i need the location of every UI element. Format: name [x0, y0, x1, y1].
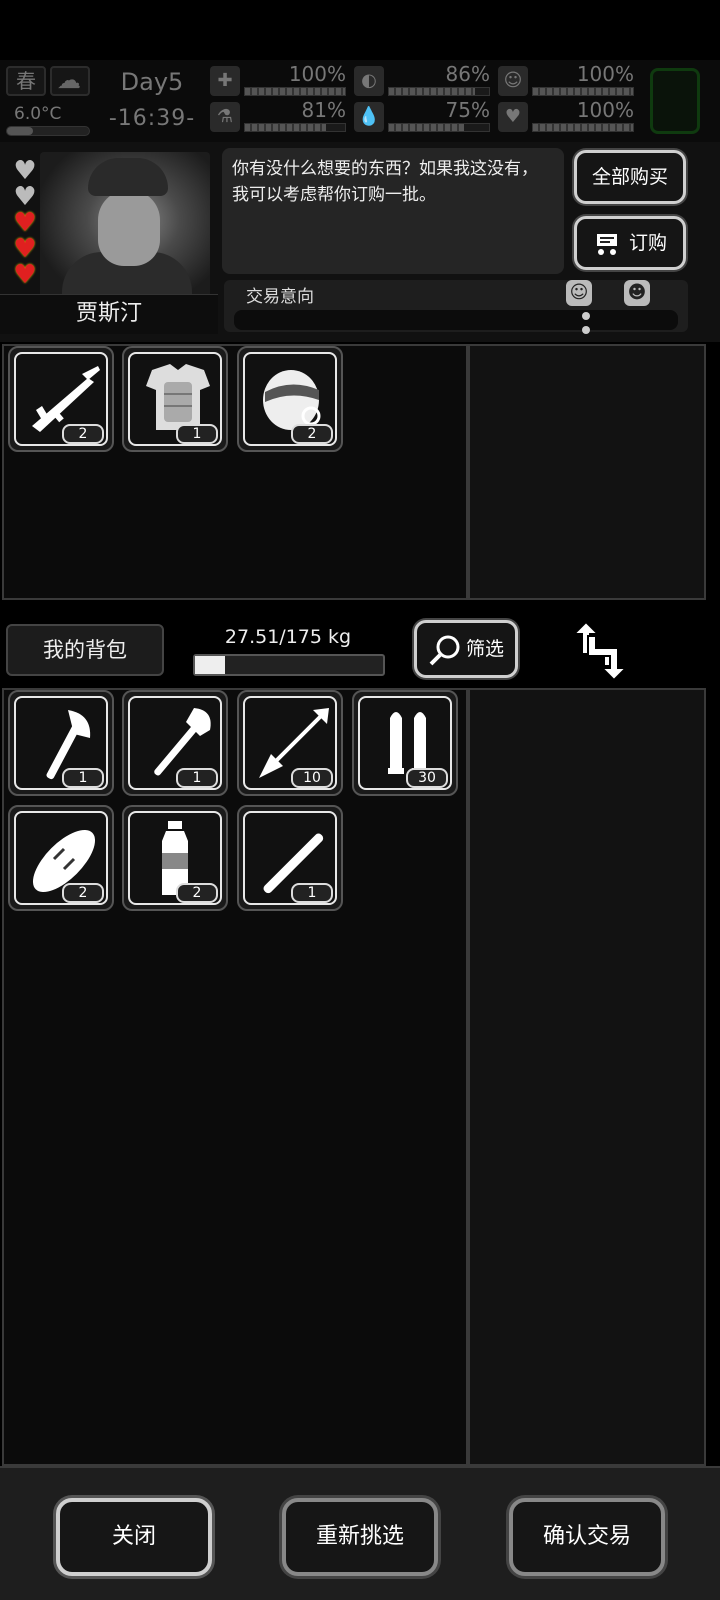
- season-indicator: 春: [6, 66, 46, 96]
- cart-icon: [596, 233, 617, 255]
- backpack-title: 我的背包: [6, 624, 164, 676]
- trade-intent-marker: [582, 312, 590, 338]
- water-drop-icon: 💧: [354, 102, 384, 132]
- weight-label: 27.51/175 kg: [224, 626, 352, 648]
- swap-icon[interactable]: [572, 620, 628, 682]
- mood-icon: ☺: [498, 66, 528, 96]
- close-button[interactable]: 关闭: [56, 1498, 212, 1576]
- merchant-selected-panel: [468, 344, 706, 600]
- backpack-item-slot[interactable]: 2: [8, 805, 114, 911]
- stat-hunger: ◐ 86%: [354, 62, 494, 98]
- trade-intent-label: 交易意向: [246, 287, 314, 307]
- order-button[interactable]: 订购: [574, 216, 686, 270]
- neutral-face-icon: ☺: [566, 280, 592, 306]
- filter-button[interactable]: 筛选: [414, 620, 518, 678]
- trade-intent-panel: 交易意向 ☺ ☻: [224, 280, 688, 332]
- merchant-nameplate: 贾斯汀: [0, 294, 218, 334]
- heart-empty-icon: ♥: [13, 182, 37, 212]
- reselect-button[interactable]: 重新挑选: [282, 1498, 438, 1576]
- buy-all-button[interactable]: 全部购买: [574, 150, 686, 204]
- confirm-trade-button[interactable]: 确认交易: [509, 1498, 665, 1576]
- stat-health: ✚ 100%: [210, 62, 350, 98]
- backpack-item-slot[interactable]: 2: [122, 805, 228, 911]
- stat-thirst: 💧 75%: [354, 98, 494, 134]
- equipment-slot[interactable]: [650, 68, 700, 134]
- heart-full-icon: ♥: [13, 234, 37, 264]
- search-icon: [429, 635, 460, 665]
- heart-health-icon: ♥: [498, 102, 528, 132]
- backpack-item-slot[interactable]: 30: [352, 690, 458, 796]
- stat-stamina: ⚗ 81%: [210, 98, 350, 134]
- clock-label: -16:39-: [108, 106, 196, 131]
- heart-empty-icon: ♥: [13, 156, 37, 186]
- stat-mood: ☺ 100%: [498, 62, 638, 98]
- heart-full-icon: ♥: [13, 260, 37, 290]
- merchant-portrait: [40, 152, 210, 302]
- stat-heart: ♥ 100%: [498, 98, 638, 134]
- stomach-icon: ◐: [354, 66, 384, 96]
- first-aid-icon: ✚: [210, 66, 240, 96]
- merchant-item-slot[interactable]: 2: [237, 346, 343, 452]
- status-hud: 春 ☁ 6.0°C Day5 -16:39- ✚ 100% ◐ 86% ☺ 10…: [0, 60, 720, 142]
- affection-hearts: ♥ ♥ ♥ ♥ ♥: [10, 158, 40, 288]
- temperature-label: 6.0°C: [14, 104, 62, 124]
- happy-face-icon: ☻: [624, 280, 650, 306]
- day-label: Day5: [120, 68, 184, 96]
- trade-intent-bar: [234, 310, 678, 330]
- backpack-selected-panel: [468, 688, 706, 1466]
- weight-bar: [193, 654, 385, 676]
- merchant-header: ♥ ♥ ♥ ♥ ♥ 贾斯汀 你有没什么想要的东西？如果我这没有，我可以考虑帮你订…: [0, 142, 720, 342]
- action-bar: 关闭 重新挑选 确认交易: [0, 1466, 720, 1600]
- weather-icon: ☁: [50, 66, 90, 96]
- backpack-item-slot[interactable]: 10: [237, 690, 343, 796]
- backpack-item-slot[interactable]: 1: [122, 690, 228, 796]
- merchant-item-slot[interactable]: 1: [122, 346, 228, 452]
- merchant-name: 贾斯汀: [75, 301, 142, 326]
- backpack-item-slot[interactable]: 1: [237, 805, 343, 911]
- merchant-dialog: 你有没什么想要的东西？如果我这没有，我可以考虑帮你订购一批。: [222, 148, 564, 274]
- merchant-item-slot[interactable]: 2: [8, 346, 114, 452]
- backpack-item-slot[interactable]: 1: [8, 690, 114, 796]
- stamina-icon: ⚗: [210, 102, 240, 132]
- temperature-bar: [6, 126, 90, 136]
- heart-full-icon: ♥: [13, 208, 37, 238]
